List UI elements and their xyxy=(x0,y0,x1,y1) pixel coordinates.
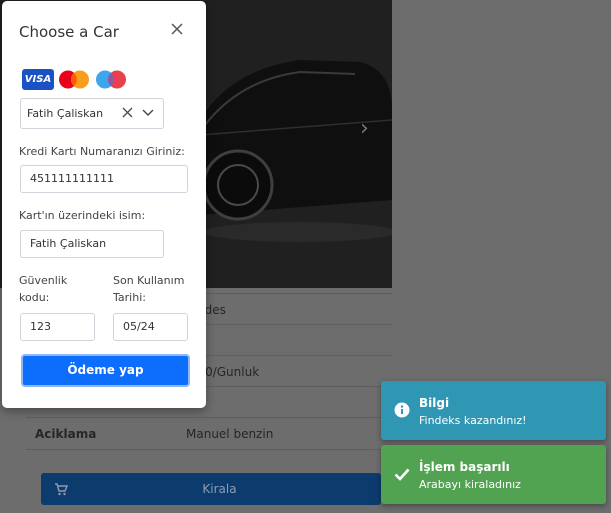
cvv-label-line2: kodu: xyxy=(19,291,50,304)
toast-message: Arabayı kiraladınız xyxy=(419,478,521,491)
rent-button-label: Kirala xyxy=(202,482,237,496)
close-icon[interactable] xyxy=(169,21,185,37)
chevron-down-icon[interactable] xyxy=(142,108,154,117)
cvv-input[interactable]: 123 xyxy=(20,313,95,341)
cvv-label: Güvenlik kodu: xyxy=(19,272,67,306)
detail-row: Aciklama Manuel benzin xyxy=(26,417,392,450)
visa-icon: VISA xyxy=(22,69,54,90)
payment-modal: Choose a Car VISA Fatih Çaliskan Kredi K… xyxy=(2,1,206,408)
card-number-label: Kredi Kartı Numaranızı Giriniz: xyxy=(19,145,185,158)
select-value: Fatih Çaliskan xyxy=(27,107,104,120)
toast-title: Bilgi xyxy=(419,396,450,410)
mastercard-icon xyxy=(59,70,89,89)
modal-title: Choose a Car xyxy=(19,23,119,41)
pay-button[interactable]: Ödeme yap xyxy=(21,354,190,387)
detail-value: Manuel benzin xyxy=(186,427,274,441)
maestro-icon xyxy=(96,70,126,89)
name-on-card-input[interactable]: Fatih Çaliskan xyxy=(20,230,164,258)
toast-title: İşlem başarılı xyxy=(419,460,510,474)
card-number-input[interactable]: 451111111111 xyxy=(20,165,188,193)
toast-message: Findeks kazandınız! xyxy=(419,414,527,427)
carousel-next-icon[interactable]: › xyxy=(360,118,369,140)
info-icon xyxy=(394,402,410,418)
expiry-label-line1: Son Kullanım xyxy=(113,274,185,287)
toast-success[interactable]: İşlem başarılı Arabayı kiraladınız xyxy=(381,445,606,504)
checkmark-icon xyxy=(394,468,410,481)
card-holder-select[interactable]: Fatih Çaliskan xyxy=(20,98,164,129)
rent-button[interactable]: Kirala xyxy=(41,473,381,505)
expiry-label-line2: Tarihi: xyxy=(113,291,146,304)
clear-icon[interactable] xyxy=(122,107,133,118)
cvv-label-line1: Güvenlik xyxy=(19,274,68,287)
name-on-card-label: Kart'ın üzerindeki isim: xyxy=(19,209,146,222)
toast-info[interactable]: Bilgi Findeks kazandınız! xyxy=(381,381,606,440)
detail-key: Aciklama xyxy=(35,427,97,441)
expiry-input[interactable]: 05/24 xyxy=(113,313,188,341)
expiry-label: Son Kullanım Tarihi: xyxy=(113,272,184,306)
